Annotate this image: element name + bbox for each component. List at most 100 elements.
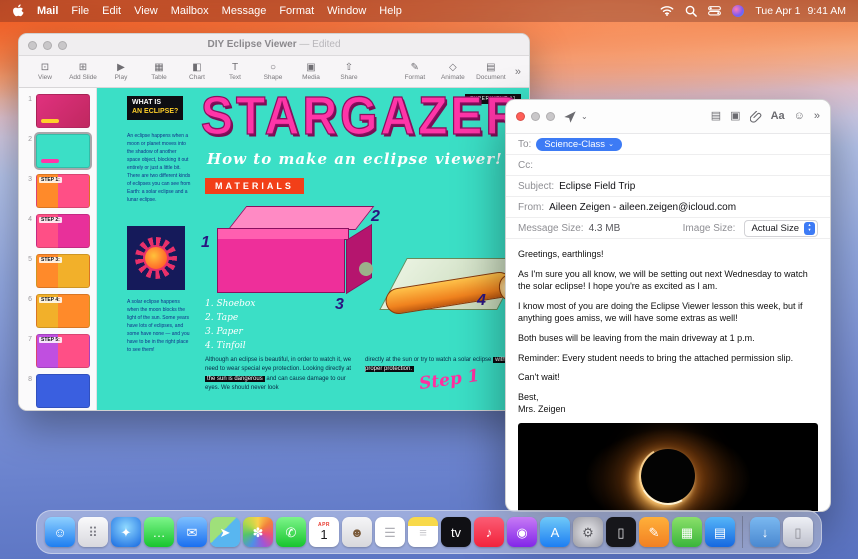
slide-canvas[interactable]: EXPERIMENT #1 STARGAZER How to make an e… (97, 88, 529, 411)
slide-thumbnail[interactable]: STEP 4: (36, 294, 90, 328)
menu-item[interactable]: Format (279, 5, 314, 17)
dock-app-icon[interactable]: ✎ (639, 517, 669, 547)
attach-file-button[interactable] (750, 111, 762, 123)
materials-heading[interactable]: MATERIALS (205, 178, 304, 194)
send-options-chevron[interactable]: ⌄ (581, 113, 588, 121)
keynote-toolbar-button[interactable]: ⇧ Share (331, 62, 367, 81)
slide-thumbnail[interactable] (36, 134, 90, 168)
cc-field-row[interactable]: Cc: (506, 155, 830, 176)
zoom-button[interactable] (58, 41, 67, 50)
dock-app-icon[interactable]: ✆ (276, 517, 306, 547)
slide-thumbnail-row[interactable]: 5 STEP 3: (19, 254, 96, 288)
zoom-button[interactable] (546, 112, 555, 121)
image-size-select[interactable]: Actual Size ▴▾ (744, 220, 818, 237)
solar-eclipse-paragraph[interactable]: A solar eclipse happens when the moon bl… (127, 298, 191, 354)
dock-app-icon[interactable]: ☰ (375, 517, 405, 547)
dock-app-icon[interactable]: ◉ (507, 517, 537, 547)
menu-app-name[interactable]: Mail (37, 5, 58, 17)
dock-app-icon[interactable]: ✉ (177, 517, 207, 547)
dock-app-icon[interactable]: ✽ (243, 517, 273, 547)
emoji-button[interactable]: ☺ (794, 111, 805, 122)
eclipse-intro-paragraph[interactable]: An eclipse happens when a moon or planet… (127, 132, 191, 204)
dock-app-icon[interactable]: ⚙ (573, 517, 603, 547)
dock-app-icon[interactable]: tv (441, 517, 471, 547)
subject-field-row[interactable]: Subject: Eclipse Field Trip (506, 176, 830, 197)
menu-item[interactable]: Message (222, 5, 267, 17)
wifi-icon[interactable] (660, 5, 674, 16)
slide-thumbnail-row[interactable]: 3 STEP 1: (19, 174, 96, 208)
slide-subheadline[interactable]: How to make an eclipse viewer! (207, 150, 503, 168)
menu-item[interactable]: View (134, 5, 158, 17)
safety-paragraph-left[interactable]: Although an eclipse is beautiful, in ord… (205, 356, 357, 393)
dock-app-icon[interactable]: ▯ (783, 517, 813, 547)
keynote-window[interactable]: DIY Eclipse Viewer — Edited ⊡ View ⊞ Add… (18, 33, 530, 411)
dock-app-icon[interactable]: ☻ (342, 517, 372, 547)
slide-thumbnail[interactable] (36, 374, 90, 408)
dock-app-icon[interactable]: ↓ (750, 517, 780, 547)
slide-thumbnail-row[interactable]: 1 (19, 94, 96, 128)
toolbar-overflow-chevron[interactable]: » (515, 66, 521, 78)
materials-list[interactable]: 1. Shoebox2. Tape3. Paper4. Tinfoil (205, 298, 255, 354)
dock-app-icon[interactable]: ⠿ (78, 517, 108, 547)
photo-browser-button[interactable]: ▣ (730, 111, 740, 122)
keynote-toolbar-button[interactable]: ⊡ View (27, 62, 63, 81)
keynote-toolbar-button[interactable]: ▦ Table (141, 62, 177, 81)
mail-compose-window[interactable]: ⌄ ▤ ▣ Aa ☺ » To: Science-Class⌄ Cc: Subj… (505, 99, 831, 512)
from-field-row[interactable]: From: Aileen Zeigen - aileen.zeigen@iclo… (506, 197, 830, 218)
control-center-icon[interactable] (708, 6, 721, 16)
sun-illustration[interactable] (127, 226, 185, 290)
slide-thumbnail-row[interactable]: 6 STEP 4: (19, 294, 96, 328)
slide-navigator[interactable]: 1 2 (19, 88, 97, 411)
header-fields-button[interactable]: ▤ (711, 111, 721, 122)
format-fonts-button[interactable]: Aa (771, 111, 785, 122)
from-value[interactable]: Aileen Zeigen - aileen.zeigen@icloud.com (549, 202, 736, 213)
keynote-toolbar-button[interactable]: ▣ Media (293, 62, 329, 81)
slide-thumbnail-row[interactable]: 8 (19, 374, 96, 408)
recipient-token[interactable]: Science-Class⌄ (536, 138, 622, 151)
siri-icon[interactable] (732, 5, 744, 17)
close-button[interactable] (516, 112, 525, 121)
minimize-button[interactable] (43, 41, 52, 50)
keynote-toolbar-button[interactable]: ⊞ Add Slide (65, 62, 101, 81)
eclipse-photo-attachment[interactable] (518, 423, 818, 512)
menu-item[interactable]: Mailbox (171, 5, 209, 17)
keynote-titlebar[interactable]: DIY Eclipse Viewer — Edited (19, 34, 529, 56)
slide-thumbnail-row[interactable]: 2 (19, 134, 96, 168)
slide-thumbnail-row[interactable]: 7 STEP 5: (19, 334, 96, 368)
close-button[interactable] (28, 41, 37, 50)
select-stepper[interactable]: ▴▾ (804, 222, 815, 235)
keynote-toolbar-button[interactable]: ◧ Chart (179, 62, 215, 81)
menu-item[interactable]: Help (379, 5, 402, 17)
dock-app-icon[interactable]: ☺ (45, 517, 75, 547)
dock-app-icon[interactable]: ≡ (408, 517, 438, 547)
slide-thumbnail-row[interactable]: 4 STEP 2: (19, 214, 96, 248)
menu-item[interactable]: Window (327, 5, 366, 17)
menu-item[interactable]: Edit (102, 5, 121, 17)
dock-app-icon[interactable]: ▤ (705, 517, 735, 547)
dock-app-icon[interactable]: ✦ (111, 517, 141, 547)
dock-app-icon[interactable]: APR 1 (309, 517, 339, 547)
slide-thumbnail[interactable]: STEP 5: (36, 334, 90, 368)
toolbar-overflow-chevron[interactable]: » (814, 111, 820, 122)
slide-thumbnail[interactable]: STEP 3: (36, 254, 90, 288)
send-button[interactable] (563, 110, 577, 124)
keynote-toolbar-button[interactable]: ◇ Animate (435, 62, 471, 81)
dock-app-icon[interactable]: ▦ (672, 517, 702, 547)
what-is-an-eclipse-box[interactable]: WHAT IS AN ECLIPSE? (127, 96, 183, 120)
minimize-button[interactable] (531, 112, 540, 121)
subject-value[interactable]: Eclipse Field Trip (559, 181, 635, 192)
keynote-toolbar-button[interactable]: T Text (217, 62, 253, 81)
dock-app-icon[interactable]: A (540, 517, 570, 547)
slide-thumbnail[interactable]: STEP 2: (36, 214, 90, 248)
dock-app-icon[interactable]: ➤ (210, 517, 240, 547)
message-body[interactable]: Greetings, earthlings!As I'm sure you al… (506, 239, 830, 416)
search-icon[interactable] (685, 5, 697, 17)
menu-item[interactable]: File (71, 5, 89, 17)
keynote-toolbar-button[interactable]: ✎ Format (397, 62, 433, 81)
dock-app-icon[interactable]: … (144, 517, 174, 547)
slide-thumbnail[interactable]: STEP 1: (36, 174, 90, 208)
slide-thumbnail[interactable] (36, 94, 90, 128)
apple-menu-icon[interactable] (12, 4, 24, 18)
menu-clock[interactable]: Tue Apr 1 9:41 AM (755, 5, 846, 17)
keynote-toolbar-button[interactable]: ▤ Document (473, 62, 509, 81)
